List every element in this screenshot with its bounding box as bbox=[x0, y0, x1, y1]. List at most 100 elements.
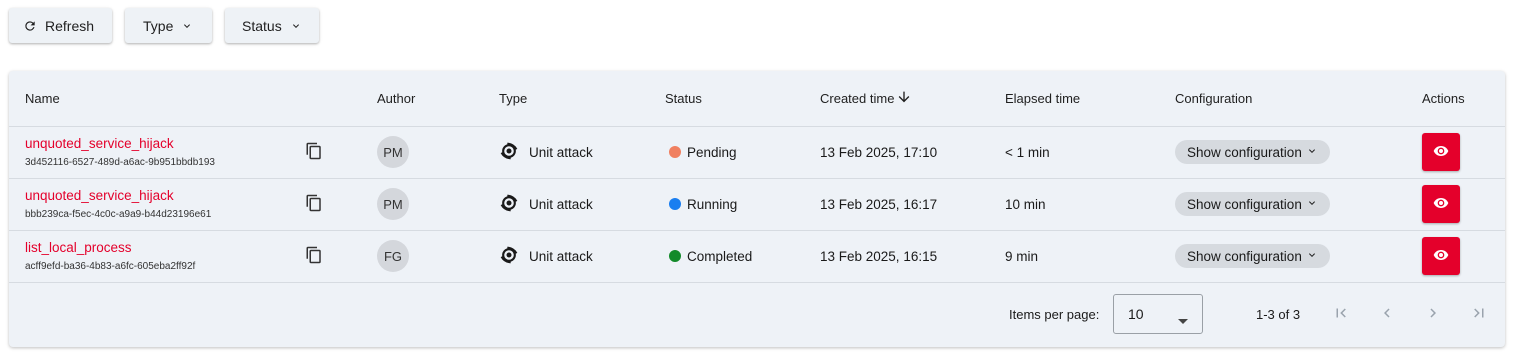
status-filter-button[interactable]: Status bbox=[225, 8, 319, 43]
name-cell: unquoted_service_hijack bbb239ca-f5ec-4c… bbox=[9, 178, 305, 231]
actions-cell bbox=[1422, 230, 1505, 283]
column-header-created-time[interactable]: Created time bbox=[820, 71, 1005, 127]
unit-attack-icon bbox=[499, 141, 519, 164]
execution-name-link[interactable]: unquoted_service_hijack bbox=[25, 188, 305, 204]
type-filter-label: Type bbox=[143, 17, 174, 34]
type-filter-button[interactable]: Type bbox=[125, 8, 212, 43]
status-filter-label: Status bbox=[242, 17, 282, 34]
actions-cell bbox=[1422, 126, 1505, 179]
execution-name-link[interactable]: list_local_process bbox=[25, 240, 305, 256]
column-header-name[interactable]: Name bbox=[9, 71, 305, 127]
column-header-actions: Actions bbox=[1422, 71, 1505, 127]
execution-id: 3d452116-6527-489d-a6ac-9b951bbdb193 bbox=[25, 157, 215, 168]
table-header-row: Name Author Type Status Created time Ela… bbox=[9, 71, 1505, 127]
copy-icon[interactable] bbox=[305, 194, 323, 212]
configuration-cell: Show configuration bbox=[1175, 178, 1422, 231]
copy-icon[interactable] bbox=[305, 246, 323, 264]
type-cell: Unit attack bbox=[499, 178, 665, 231]
executions-table-card: Name Author Type Status Created time Ela… bbox=[9, 71, 1505, 347]
show-configuration-button[interactable]: Show configuration bbox=[1175, 244, 1330, 268]
refresh-label: Refresh bbox=[45, 17, 95, 34]
items-per-page-label: Items per page: bbox=[1009, 307, 1100, 322]
sort-descending-icon[interactable] bbox=[896, 89, 912, 108]
status-label: Pending bbox=[687, 144, 737, 160]
status-label: Running bbox=[687, 196, 738, 212]
elapsed-time-cell: 10 min bbox=[1005, 178, 1175, 231]
status-dot bbox=[669, 146, 681, 158]
status-dot bbox=[669, 250, 681, 262]
table-row: list_local_process acff9efd-ba36-4b83-a6… bbox=[9, 230, 1505, 283]
avatar: PM bbox=[377, 136, 409, 168]
table-row: unquoted_service_hijack 3d452116-6527-48… bbox=[9, 126, 1505, 179]
name-cell: list_local_process acff9efd-ba36-4b83-a6… bbox=[9, 230, 305, 283]
elapsed-time-cell: 9 min bbox=[1005, 230, 1175, 283]
column-header-author[interactable]: Author bbox=[377, 71, 499, 127]
status-label: Completed bbox=[687, 248, 753, 264]
execution-id: acff9efd-ba36-4b83-a6fc-605eba2ff92f bbox=[25, 261, 196, 272]
caret-down-icon bbox=[1178, 312, 1188, 328]
show-configuration-label: Show configuration bbox=[1187, 196, 1302, 212]
toolbar: Refresh Type Status bbox=[9, 8, 319, 43]
chevron-down-icon bbox=[181, 20, 193, 32]
avatar: PM bbox=[377, 188, 409, 220]
view-button[interactable] bbox=[1422, 133, 1460, 171]
items-per-page-select[interactable]: 10 bbox=[1113, 294, 1203, 334]
column-header-configuration[interactable]: Configuration bbox=[1175, 71, 1422, 127]
eye-icon bbox=[1433, 195, 1449, 214]
author-cell: PM bbox=[377, 178, 499, 231]
chevron-left-icon bbox=[1378, 304, 1396, 325]
unit-attack-icon bbox=[499, 245, 519, 268]
avatar: FG bbox=[377, 240, 409, 272]
type-cell: Unit attack bbox=[499, 230, 665, 283]
configuration-cell: Show configuration bbox=[1175, 126, 1422, 179]
unit-attack-icon bbox=[499, 193, 519, 216]
column-header-elapsed-time[interactable]: Elapsed time bbox=[1005, 71, 1175, 127]
actions-cell bbox=[1422, 178, 1505, 231]
column-header-status[interactable]: Status bbox=[665, 71, 820, 127]
next-page-button[interactable] bbox=[1421, 302, 1445, 326]
show-configuration-button[interactable]: Show configuration bbox=[1175, 140, 1330, 164]
executions-table: Name Author Type Status Created time Ela… bbox=[9, 71, 1505, 283]
view-button[interactable] bbox=[1422, 237, 1460, 275]
items-per-page-value: 10 bbox=[1128, 306, 1144, 322]
type-label: Unit attack bbox=[529, 144, 593, 160]
show-configuration-button[interactable]: Show configuration bbox=[1175, 192, 1330, 216]
column-header-spacer bbox=[305, 71, 377, 127]
first-page-button[interactable] bbox=[1329, 302, 1353, 326]
status-cell: Running bbox=[665, 178, 820, 231]
previous-page-button[interactable] bbox=[1375, 302, 1399, 326]
configuration-cell: Show configuration bbox=[1175, 230, 1422, 283]
chevron-down-icon bbox=[290, 20, 302, 32]
execution-id: bbb239ca-f5ec-4c0c-a9a9-b44d23196e61 bbox=[25, 209, 212, 220]
chevron-right-icon bbox=[1424, 304, 1442, 325]
copy-cell bbox=[305, 230, 377, 283]
status-dot bbox=[669, 198, 681, 210]
table-row: unquoted_service_hijack bbb239ca-f5ec-4c… bbox=[9, 178, 1505, 231]
type-label: Unit attack bbox=[529, 196, 593, 212]
column-header-type[interactable]: Type bbox=[499, 71, 665, 127]
refresh-button[interactable]: Refresh bbox=[9, 8, 112, 43]
chevron-down-icon bbox=[1306, 249, 1318, 264]
execution-name-link[interactable]: unquoted_service_hijack bbox=[25, 136, 305, 152]
eye-icon bbox=[1433, 247, 1449, 266]
status-cell: Completed bbox=[665, 230, 820, 283]
created-time-cell: 13 Feb 2025, 17:10 bbox=[820, 126, 1005, 179]
last-page-icon bbox=[1470, 304, 1488, 325]
refresh-icon bbox=[23, 19, 37, 33]
chevron-down-icon bbox=[1306, 145, 1318, 160]
show-configuration-label: Show configuration bbox=[1187, 248, 1302, 264]
last-page-button[interactable] bbox=[1467, 302, 1491, 326]
author-cell: PM bbox=[377, 126, 499, 179]
pagination-footer: Items per page: 10 1-3 of 3 bbox=[9, 284, 1505, 347]
created-time-cell: 13 Feb 2025, 16:15 bbox=[820, 230, 1005, 283]
chevron-down-icon bbox=[1306, 197, 1318, 212]
first-page-icon bbox=[1332, 304, 1350, 325]
author-cell: FG bbox=[377, 230, 499, 283]
status-cell: Pending bbox=[665, 126, 820, 179]
created-time-label: Created time bbox=[820, 90, 895, 106]
type-cell: Unit attack bbox=[499, 126, 665, 179]
copy-icon[interactable] bbox=[305, 142, 323, 160]
show-configuration-label: Show configuration bbox=[1187, 144, 1302, 160]
copy-cell bbox=[305, 178, 377, 231]
view-button[interactable] bbox=[1422, 185, 1460, 223]
